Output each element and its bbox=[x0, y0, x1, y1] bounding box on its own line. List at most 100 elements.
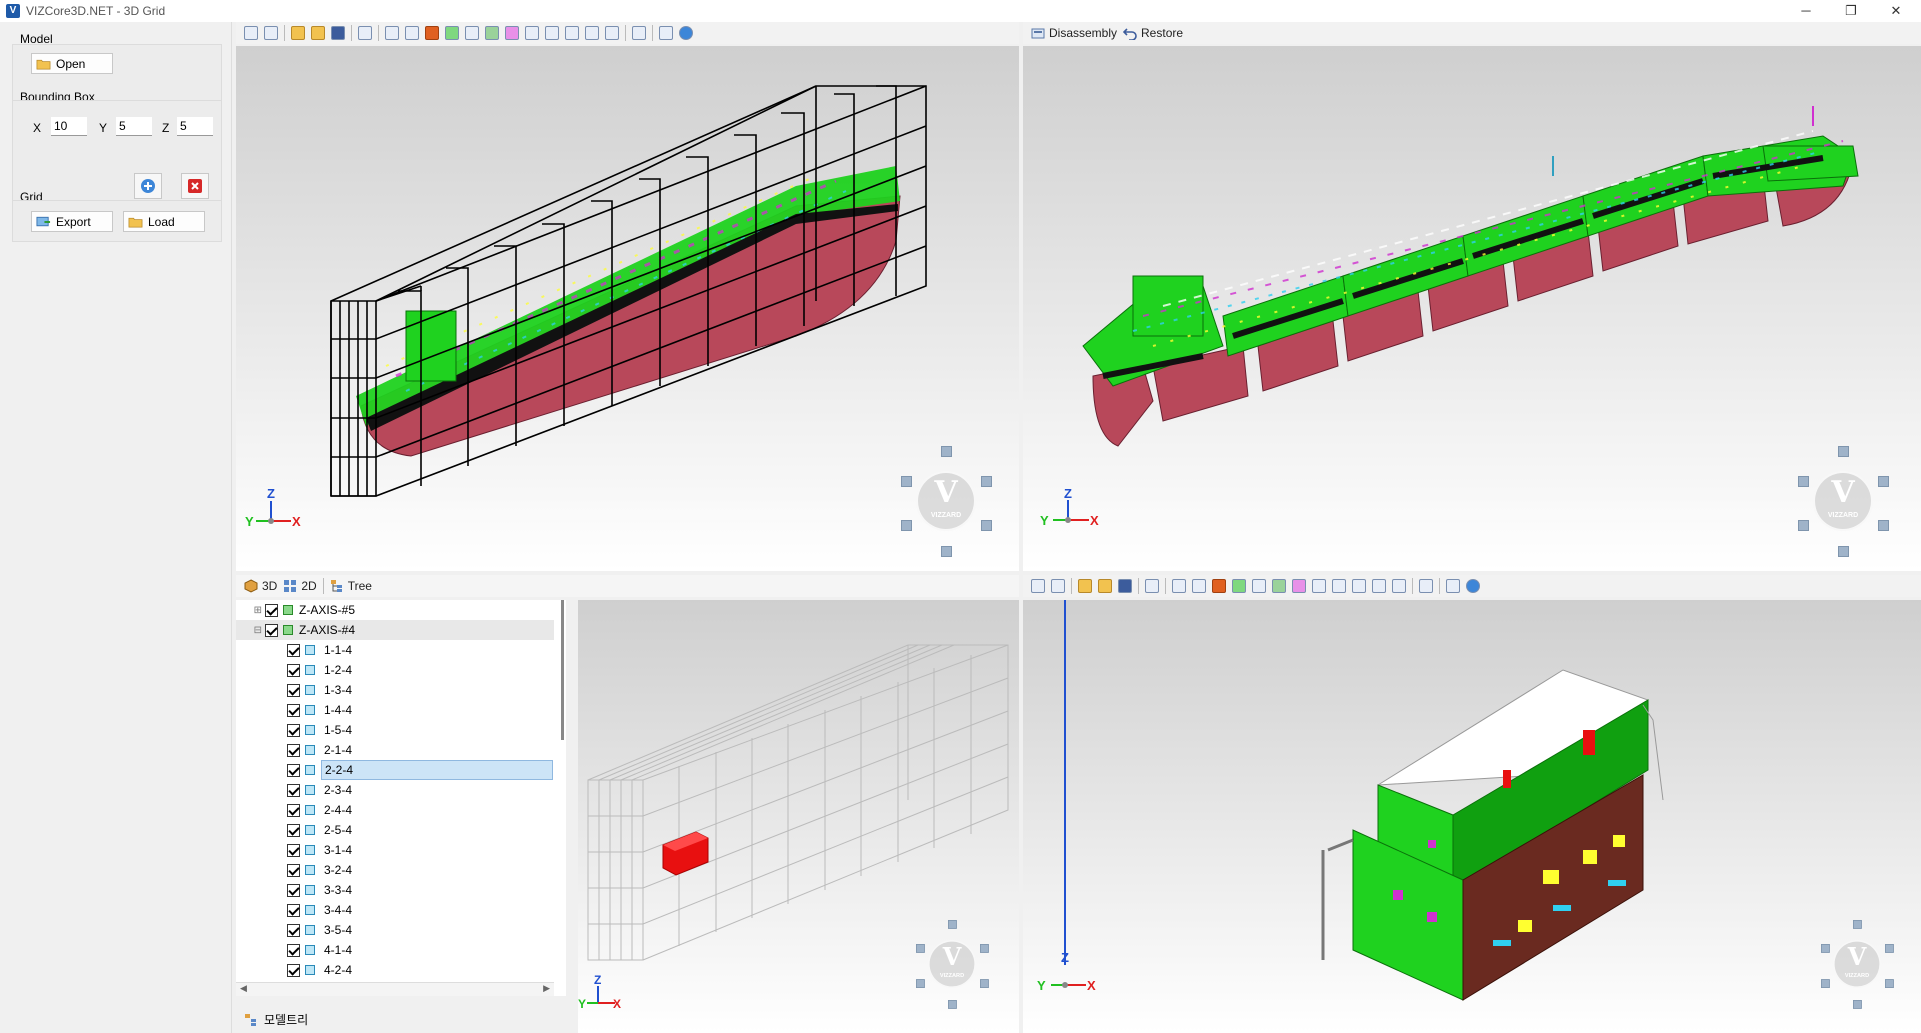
tab-2d[interactable]: 2D bbox=[283, 579, 317, 593]
structure-icon[interactable] bbox=[358, 26, 372, 40]
cone-icon[interactable] bbox=[425, 26, 439, 40]
tree-group-z-axis-5[interactable]: ⊞ Z-AXIS-#5 bbox=[236, 600, 554, 620]
item-checkbox[interactable] bbox=[287, 803, 300, 817]
axis-tool-icon[interactable] bbox=[605, 26, 619, 40]
nav-bottom-face[interactable] bbox=[941, 546, 952, 557]
item-checkbox[interactable] bbox=[287, 703, 300, 717]
y-size-input[interactable]: 5 bbox=[116, 117, 152, 136]
close-button[interactable]: ✕ bbox=[1873, 0, 1919, 22]
info-icon[interactable] bbox=[679, 26, 693, 40]
eye-icon[interactable] bbox=[1252, 579, 1266, 593]
tree-item[interactable]: 3-5-4 bbox=[236, 920, 554, 940]
open-recent-icon[interactable] bbox=[1098, 579, 1112, 593]
nav-left-face[interactable] bbox=[1798, 476, 1809, 487]
nav-right-face[interactable] bbox=[1878, 476, 1889, 487]
nav-left-face[interactable] bbox=[916, 944, 925, 953]
tree-item[interactable]: 3-4-4 bbox=[236, 900, 554, 920]
item-checkbox[interactable] bbox=[287, 723, 300, 737]
nav-front-right-face[interactable] bbox=[1878, 520, 1889, 531]
tree-item[interactable]: 2-1-4 bbox=[236, 740, 554, 760]
maximize-button[interactable]: ❐ bbox=[1828, 0, 1874, 22]
z-size-input[interactable]: 5 bbox=[177, 117, 213, 136]
item-checkbox[interactable] bbox=[287, 943, 300, 957]
measure-icon[interactable] bbox=[1312, 579, 1326, 593]
tree-item[interactable]: 2-5-4 bbox=[236, 820, 554, 840]
measure-icon[interactable] bbox=[525, 26, 539, 40]
nav-cube[interactable]: V VIZZARD bbox=[1788, 446, 1898, 557]
tree-item[interactable]: 3-3-4 bbox=[236, 880, 554, 900]
image-icon[interactable] bbox=[565, 26, 579, 40]
nav-cube[interactable]: V VIZZARD bbox=[1813, 920, 1901, 1009]
nav-left-face[interactable] bbox=[1821, 944, 1830, 953]
print-icon[interactable] bbox=[1372, 579, 1386, 593]
tree-item[interactable]: 4-1-4 bbox=[236, 940, 554, 960]
open-folder-icon[interactable] bbox=[1078, 579, 1092, 593]
nav-bottom-face[interactable] bbox=[948, 1000, 957, 1009]
nav-bottom-face[interactable] bbox=[1853, 1000, 1862, 1009]
rotate-icon[interactable] bbox=[1272, 579, 1286, 593]
nav-right-face[interactable] bbox=[981, 476, 992, 487]
nav-top-face[interactable] bbox=[1838, 446, 1849, 457]
group-checkbox[interactable] bbox=[265, 603, 278, 617]
binoculars-icon[interactable] bbox=[1332, 579, 1346, 593]
delete-bounding-box-button[interactable] bbox=[181, 173, 209, 199]
tree-hscrollbar[interactable]: ◀ ▶ bbox=[236, 982, 554, 996]
item-checkbox[interactable] bbox=[287, 743, 300, 757]
checklist-icon[interactable] bbox=[1232, 579, 1246, 593]
add-model-icon[interactable] bbox=[264, 26, 278, 40]
tree-item[interactable]: 2-4-4 bbox=[236, 800, 554, 820]
nav-bottom-face[interactable] bbox=[1838, 546, 1849, 557]
info-icon[interactable] bbox=[1466, 579, 1480, 593]
checklist-icon[interactable] bbox=[445, 26, 459, 40]
x-size-input[interactable]: 10 bbox=[51, 117, 87, 136]
nav-left-face[interactable] bbox=[901, 476, 912, 487]
item-checkbox[interactable] bbox=[287, 923, 300, 937]
color-icon[interactable] bbox=[505, 26, 519, 40]
group-checkbox[interactable] bbox=[265, 623, 278, 637]
save-icon[interactable] bbox=[331, 26, 345, 40]
cell-detail-viewer[interactable]: Z X Y V VIZZARD bbox=[1023, 600, 1921, 1033]
restore-button[interactable]: Restore bbox=[1123, 26, 1183, 40]
nav-right-face[interactable] bbox=[980, 944, 989, 953]
disassembly-button[interactable]: Disassembly bbox=[1031, 26, 1117, 40]
nav-top-face[interactable] bbox=[1853, 920, 1862, 929]
tree-item[interactable]: 1-4-4 bbox=[236, 700, 554, 720]
tree-item[interactable]: 3-1-4 bbox=[236, 840, 554, 860]
item-checkbox[interactable] bbox=[287, 783, 300, 797]
open-folder-icon[interactable] bbox=[291, 26, 305, 40]
collapse-icon[interactable]: ⊟ bbox=[236, 625, 262, 636]
binoculars-icon[interactable] bbox=[545, 26, 559, 40]
tree-item[interactable]: 1-1-4 bbox=[236, 640, 554, 660]
tree-item[interactable]: 1-2-4 bbox=[236, 660, 554, 680]
color-icon[interactable] bbox=[1292, 579, 1306, 593]
settings-icon[interactable] bbox=[659, 26, 673, 40]
cone-icon[interactable] bbox=[1212, 579, 1226, 593]
eye-icon[interactable] bbox=[465, 26, 479, 40]
view-mode-icon[interactable] bbox=[1172, 579, 1186, 593]
item-checkbox[interactable] bbox=[287, 763, 300, 777]
open-recent-icon[interactable] bbox=[311, 26, 325, 40]
minimize-button[interactable]: ─ bbox=[1783, 0, 1829, 22]
structure-icon[interactable] bbox=[1145, 579, 1159, 593]
settings-icon[interactable] bbox=[1446, 579, 1460, 593]
item-checkbox[interactable] bbox=[287, 823, 300, 837]
view-mode-icon[interactable] bbox=[385, 26, 399, 40]
nav-right-face[interactable] bbox=[1885, 944, 1894, 953]
nav-front-right-face[interactable] bbox=[980, 979, 989, 988]
item-checkbox[interactable] bbox=[287, 843, 300, 857]
scroll-right-icon[interactable]: ▶ bbox=[543, 983, 550, 994]
new-icon[interactable] bbox=[244, 26, 258, 40]
window-layout-icon[interactable] bbox=[1419, 579, 1433, 593]
nav-front-right-face[interactable] bbox=[1885, 979, 1894, 988]
rotate-icon[interactable] bbox=[485, 26, 499, 40]
tab-tree[interactable]: Tree bbox=[330, 579, 372, 593]
tree-item[interactable]: 2-2-4 bbox=[236, 760, 554, 780]
zoom-icon[interactable] bbox=[405, 26, 419, 40]
nav-front-right-face[interactable] bbox=[981, 520, 992, 531]
save-icon[interactable] bbox=[1118, 579, 1132, 593]
export-button[interactable]: Export bbox=[31, 211, 113, 232]
model-tree-tab[interactable]: 모델트리 bbox=[264, 1011, 308, 1028]
print-icon[interactable] bbox=[585, 26, 599, 40]
item-checkbox[interactable] bbox=[287, 863, 300, 877]
window-layout-icon[interactable] bbox=[632, 26, 646, 40]
